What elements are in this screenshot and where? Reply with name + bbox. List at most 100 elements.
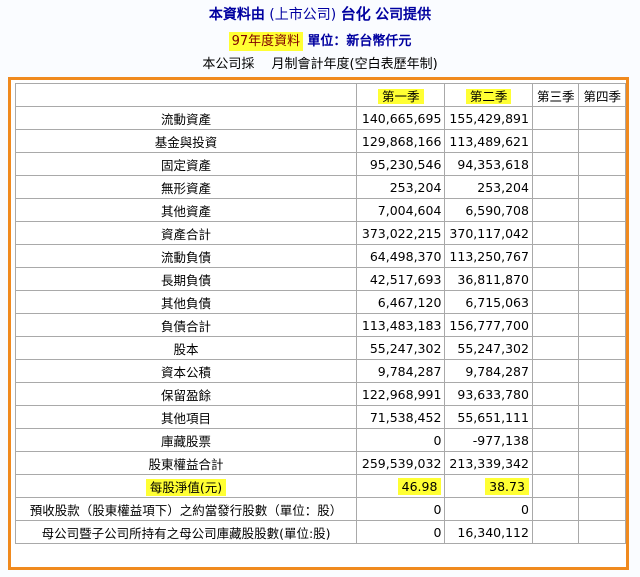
q1-value: 7,004,604: [356, 198, 446, 222]
q1-value: 71,538,452: [356, 405, 446, 429]
q1-value-highlight: 46.98: [397, 477, 442, 495]
table-row: 固定資產 95,230,546 94,353,618: [14, 152, 626, 176]
column-q2: 第二季: [444, 83, 533, 107]
table-row: 預收股款（股東權益項下）之約當發行股數（單位：股） 0 0: [14, 497, 626, 521]
table-row: 其他項目 71,538,452 55,651,111: [14, 405, 626, 429]
row-label: 流動負債: [14, 244, 358, 268]
q1-value: 46.98: [356, 474, 446, 498]
q2-value: 55,247,302: [444, 336, 533, 360]
column-q4: 第四季: [578, 83, 626, 107]
table-row: 其他資產 7,004,604 6,590,708: [14, 198, 626, 222]
q4-value: [578, 152, 626, 176]
q4-value: [578, 106, 626, 130]
q2-value: -977,138: [444, 428, 533, 452]
column-q1: 第一季: [356, 83, 446, 107]
balance-sheet-body: 第一季 第二季 第三季 第四季 流動資產 140,665,695 155,429,8…: [14, 83, 626, 544]
q1-value: 259,539,032: [356, 451, 446, 475]
q3-value: [531, 497, 580, 521]
row-label: 負債合計: [14, 313, 358, 337]
q3-value: [531, 129, 580, 153]
q4-value: [578, 221, 626, 245]
q2-value: 16,340,112: [444, 520, 533, 544]
q3-value: [531, 290, 580, 314]
row-label-highlight: 每股淨值(元): [145, 478, 227, 496]
q3-value: [531, 405, 580, 429]
q2-value: 113,489,621: [444, 129, 533, 153]
q4-value: [578, 336, 626, 360]
q4-value: [578, 382, 626, 406]
q4-value: [578, 405, 626, 429]
table-row: 無形資產 253,204 253,204: [14, 175, 626, 199]
row-label: 其他項目: [14, 405, 358, 429]
q3-value: [531, 175, 580, 199]
row-label: 無形資產: [14, 175, 358, 199]
table-header-row: 第一季 第二季 第三季 第四季: [14, 83, 626, 107]
q1-value: 55,247,302: [356, 336, 446, 360]
q4-value: [578, 451, 626, 475]
q1-value: 6,467,120: [356, 290, 446, 314]
q3-value: [531, 106, 580, 130]
table-row: 股本 55,247,302 55,247,302: [14, 336, 626, 360]
q1-value: 0: [356, 497, 446, 521]
q2-value: 155,429,891: [444, 106, 533, 130]
currency-unit: 單位：新台幣仟元: [307, 34, 412, 49]
table-row: 每股淨值(元) 46.98 38.73: [14, 474, 626, 498]
q1-value: 373,022,215: [356, 221, 446, 245]
q4-value: [578, 244, 626, 268]
q3-value: [531, 428, 580, 452]
q2-value: 36,811,870: [444, 267, 533, 291]
table-row: 股東權益合計 259,539,032 213,339,342: [14, 451, 626, 475]
row-label: 其他負債: [14, 290, 358, 314]
table-row: 資產合計 373,022,215 370,117,042: [14, 221, 626, 245]
q3-value: [531, 267, 580, 291]
q4-value: [578, 359, 626, 383]
q3-value: [531, 520, 580, 544]
q1-value: 42,517,693: [356, 267, 446, 291]
q4-value: [578, 497, 626, 521]
table-row: 負債合計 113,483,183 156,777,700: [14, 313, 626, 337]
table-row: 流動負債 64,498,370 113,250,767: [14, 244, 626, 268]
source-prefix: 本資料由: [208, 7, 265, 23]
row-label: 庫藏股票: [14, 428, 358, 452]
table-row: 母公司暨子公司所持有之母公司庫藏股股數(單位:股) 0 16,340,112: [14, 520, 626, 544]
table-row: 庫藏股票 0 -977,138: [14, 428, 626, 452]
q3-value: [531, 244, 580, 268]
q3-value: [531, 313, 580, 337]
q1-value: 0: [356, 428, 446, 452]
q3-value: [531, 359, 580, 383]
q1-value: 95,230,546: [356, 152, 446, 176]
header-blank: [14, 83, 358, 107]
q3-value: [531, 451, 580, 475]
row-label: 流動資產: [14, 106, 358, 130]
fiscal-note: 本公司採 月制會計年度(空白表歷年制): [202, 57, 438, 72]
row-label: 股東權益合計: [14, 451, 358, 475]
q4-value: [578, 267, 626, 291]
q1-value: 64,498,370: [356, 244, 446, 268]
row-label: 每股淨值(元): [14, 474, 358, 498]
q1-value: 129,868,166: [356, 129, 446, 153]
row-label: 保留盈餘: [14, 382, 358, 406]
q1-value: 113,483,183: [356, 313, 446, 337]
table-row: 長期負債 42,517,693 36,811,870: [14, 267, 626, 291]
q2-value: 113,250,767: [444, 244, 533, 268]
q3-value: [531, 474, 580, 498]
q4-value: [578, 129, 626, 153]
q2-value: 370,117,042: [444, 221, 533, 245]
q2-value: 9,784,287: [444, 359, 533, 383]
report-subtitle: 97年度資料 單位：新台幣仟元: [0, 32, 640, 52]
balance-sheet-table: 第一季 第二季 第三季 第四季 流動資產 140,665,695 155,429,8…: [14, 83, 626, 544]
table-row: 其他負債 6,467,120 6,715,063: [14, 290, 626, 314]
q2-value: 0: [444, 497, 533, 521]
q1-value: 140,665,695: [356, 106, 446, 130]
table-row: 保留盈餘 122,968,991 93,633,780: [14, 382, 626, 406]
q1-value: 122,968,991: [356, 382, 446, 406]
row-label: 資本公積: [14, 359, 358, 383]
q2-value: 213,339,342: [444, 451, 533, 475]
q2-value: 55,651,111: [444, 405, 533, 429]
row-label: 其他資產: [14, 198, 358, 222]
year-label: 97年度資料: [228, 32, 304, 51]
row-label: 固定資產: [14, 152, 358, 176]
company-name: 台化: [340, 5, 371, 23]
q4-value: [578, 474, 626, 498]
q3-value: [531, 198, 580, 222]
